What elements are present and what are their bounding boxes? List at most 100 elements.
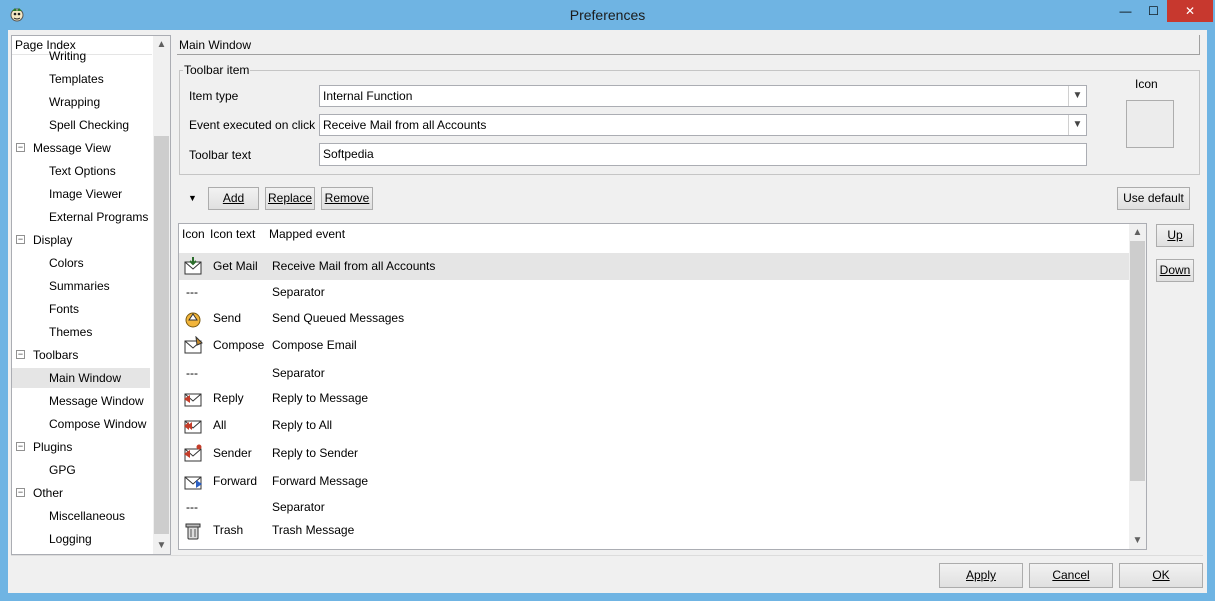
tree-item-label: Toolbars xyxy=(33,348,79,362)
minimize-button[interactable]: — xyxy=(1112,0,1139,22)
use-default-button[interactable]: Use default xyxy=(1117,187,1190,210)
list-scroll-thumb[interactable] xyxy=(1130,241,1145,481)
use-default-label: Use default xyxy=(1123,191,1184,205)
tree-item-label: Other xyxy=(33,486,64,500)
list-header: Icon Icon text Mapped event xyxy=(179,224,1129,244)
tree-item[interactable]: Summaries xyxy=(49,276,110,296)
dropdown-triangle-icon[interactable]: ▼ xyxy=(188,193,197,203)
tree-item-label: Compose Window xyxy=(49,417,147,431)
row-mapped-event: Separator xyxy=(272,285,325,299)
collapse-icon[interactable]: − xyxy=(16,350,25,359)
tree-item[interactable]: Wrapping xyxy=(49,92,100,112)
page-index-tree[interactable]: Page Index Writing Templates Wrapping Spell… xyxy=(11,35,171,555)
list-row[interactable]: Sender Reply to Sender xyxy=(179,440,1129,467)
tree-item[interactable]: Message Window xyxy=(49,391,144,411)
list-row[interactable]: --- Separator xyxy=(179,360,1129,387)
list-row[interactable]: Forward Forward Message xyxy=(179,468,1129,495)
up-button-label: Up xyxy=(1167,228,1183,242)
toolbar-items-list[interactable]: Icon Icon text Mapped event Get Mail Rece… xyxy=(178,223,1147,550)
list-scrollbar[interactable]: ▲ ▼ xyxy=(1129,224,1146,549)
column-mapped-event[interactable]: Mapped event xyxy=(269,224,345,244)
icon-label: Icon xyxy=(1135,77,1158,91)
row-icon-text: Sender xyxy=(213,446,252,460)
tree-item[interactable]: Writing xyxy=(49,46,86,66)
tree-item[interactable]: Logging xyxy=(49,529,92,549)
tree-scrollbar[interactable]: ▲ ▼ xyxy=(153,36,170,554)
tree-item[interactable]: Colors xyxy=(49,253,84,273)
tree-item-label: Wrapping xyxy=(49,95,101,109)
dialog-body: Page Index Writing Templates Wrapping Spell… xyxy=(8,30,1207,593)
tree-item[interactable]: Toolbars xyxy=(33,345,78,365)
tree-item[interactable]: Display xyxy=(33,230,72,250)
list-row[interactable]: Get Mail Receive Mail from all Accounts xyxy=(179,253,1129,280)
ok-button[interactable]: OK xyxy=(1119,563,1203,588)
tree-item[interactable]: Spell Checking xyxy=(49,115,129,135)
column-icon-text[interactable]: Icon text xyxy=(210,224,255,244)
tree-item-label: Display xyxy=(33,233,73,247)
toolbar-text-input[interactable]: Softpedia xyxy=(319,143,1087,166)
list-row[interactable]: Trash Trash Message xyxy=(179,517,1129,544)
tree-item[interactable]: Templates xyxy=(49,69,104,89)
tree-item[interactable]: Other xyxy=(33,483,63,503)
scroll-up-icon[interactable]: ▲ xyxy=(1129,224,1146,241)
tree-scroll-thumb[interactable] xyxy=(154,136,169,534)
list-row[interactable]: --- Separator xyxy=(179,279,1129,306)
apply-button[interactable]: Apply xyxy=(939,563,1023,588)
tree-item-label: Plugins xyxy=(33,440,73,454)
tree-item-label: Text Options xyxy=(49,164,116,178)
close-button[interactable]: ✕ xyxy=(1167,0,1213,22)
tree-item[interactable]: Miscellaneous xyxy=(49,506,125,526)
tree-item[interactable]: Image Viewer xyxy=(49,184,122,204)
list-row[interactable]: Reply Reply to Message xyxy=(179,385,1129,412)
tree-item[interactable]: Compose Window xyxy=(49,414,146,434)
column-icon[interactable]: Icon xyxy=(182,224,205,244)
row-mapped-event: Compose Email xyxy=(272,338,357,352)
scroll-down-icon[interactable]: ▼ xyxy=(153,537,170,554)
cancel-button-label: Cancel xyxy=(1052,568,1090,582)
tree-item[interactable]: Text Options xyxy=(49,161,116,181)
tree-item[interactable]: Themes xyxy=(49,322,92,342)
list-row[interactable]: Send Send Queued Messages xyxy=(179,305,1129,332)
add-button-label: Add xyxy=(222,191,245,205)
collapse-icon[interactable]: − xyxy=(16,488,25,497)
row-mapped-event: Trash Message xyxy=(272,523,355,537)
list-row[interactable]: Compose Compose Email xyxy=(179,332,1129,359)
collapse-icon[interactable]: − xyxy=(16,442,25,451)
row-icon-text: Reply xyxy=(213,391,244,405)
tree-item-label: External Programs xyxy=(49,210,149,224)
toolbar-item-legend: Toolbar item xyxy=(183,63,251,77)
scroll-down-icon[interactable]: ▼ xyxy=(1129,532,1146,549)
chevron-down-icon[interactable]: ▼ xyxy=(1068,86,1086,106)
maximize-button[interactable]: ☐ xyxy=(1140,0,1167,22)
cancel-button[interactable]: Cancel xyxy=(1029,563,1113,588)
down-button[interactable]: Down xyxy=(1156,259,1194,282)
tree-item-label: Templates xyxy=(49,72,104,86)
tree-item[interactable]: External Programs xyxy=(49,207,148,227)
chevron-down-icon[interactable]: ▼ xyxy=(1068,115,1086,135)
collapse-icon[interactable]: − xyxy=(16,143,25,152)
list-row[interactable]: All Reply to All xyxy=(179,412,1129,439)
collapse-icon[interactable]: − xyxy=(16,235,25,244)
tree-item-label: Colors xyxy=(49,256,84,270)
item-type-select[interactable]: Internal Function ▼ xyxy=(319,85,1087,107)
up-button[interactable]: Up xyxy=(1156,224,1194,247)
tree-item[interactable]: Message View xyxy=(33,138,111,158)
event-select[interactable]: Receive Mail from all Accounts ▼ xyxy=(319,114,1087,136)
down-button-label: Down xyxy=(1159,263,1191,277)
tree-item[interactable]: Main Window xyxy=(12,368,150,388)
replace-button[interactable]: Replace xyxy=(265,187,315,210)
tree-item[interactable]: GPG xyxy=(49,460,76,480)
remove-button[interactable]: Remove xyxy=(321,187,373,210)
item-type-value: Internal Function xyxy=(323,89,413,103)
window-title: Preferences xyxy=(569,7,646,23)
tree-item[interactable]: Plugins xyxy=(33,437,72,457)
icon-picker-button[interactable] xyxy=(1126,100,1174,148)
item-type-label: Item type xyxy=(189,89,239,103)
scroll-up-icon[interactable]: ▲ xyxy=(153,36,170,53)
list-row[interactable]: Spam Learn Spam or Ham xyxy=(179,541,1129,549)
row-icon-text: Spam xyxy=(213,541,244,549)
compose-icon xyxy=(182,335,204,356)
reply-sender-icon xyxy=(182,444,204,464)
add-button[interactable]: Add xyxy=(208,187,259,210)
tree-item[interactable]: Fonts xyxy=(49,299,79,319)
